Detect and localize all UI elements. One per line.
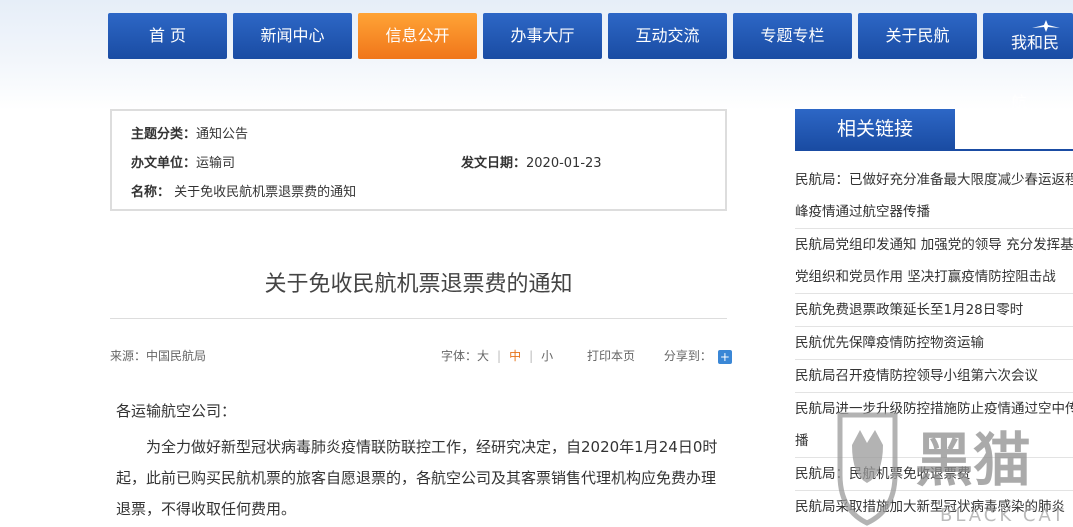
related-link[interactable]: 民航局：民航机票免收退票费	[795, 458, 1073, 491]
related-link-text: 民航免费退票政策延长至1月28日零时	[795, 302, 1024, 318]
font-size-small[interactable]: 小	[541, 347, 553, 364]
related-link[interactable]: 民航免费退票政策延长至1月28日零时	[795, 294, 1073, 327]
related-links-title: 相关链接	[795, 109, 955, 149]
share-plus-icon[interactable]: +	[717, 349, 732, 364]
meta-name-label: 名称：	[131, 185, 171, 200]
article-tools: 字体：大 | 中 | 小 打印本页 分享到： +	[441, 347, 732, 364]
nav-item-news[interactable]: 新闻中心	[233, 13, 352, 59]
meta-date-value: 2020-01-23	[526, 156, 602, 171]
related-link-text: 播	[795, 433, 809, 449]
meta-office-value: 运输司	[196, 156, 236, 171]
nav-item-about[interactable]: 关于民航	[858, 13, 977, 59]
meta-date: 发文日期：2020-01-23	[461, 152, 602, 171]
related-link-text: 党组织和党员作用 坚决打赢疫情防控阻击战	[795, 269, 1056, 285]
related-link-text: 民航优先保障疫情防控物资运输	[795, 335, 984, 351]
meta-category-label: 主题分类：	[131, 127, 197, 142]
meta-date-label: 发文日期：	[461, 156, 527, 171]
related-link-text: 民航局召开疫情防控领导小组第六次会议	[795, 368, 1038, 384]
related-link-text: 民航局：民航机票免收退票费	[795, 466, 971, 482]
nav-item-home[interactable]: 首 页	[108, 13, 227, 59]
font-size-medium[interactable]: 中	[509, 347, 521, 364]
related-link-text: 峰疫情通过航空器传播	[795, 204, 930, 220]
related-link[interactable]: 民航局进一步升级防控措施防止疫情通过空中传 播	[795, 393, 1073, 458]
related-links-underline	[795, 149, 1073, 151]
related-link-text: 民航局党组印发通知 加强党的领导 充分发挥基层	[795, 237, 1073, 253]
related-link[interactable]: 民航局：已做好充分准备最大限度减少春运返程 峰疫情通过航空器传播	[795, 164, 1073, 229]
related-link[interactable]: 民航局采取措施加大新型冠状病毒感染的肺炎	[795, 491, 1073, 523]
article-body: 为全力做好新型冠状病毒肺炎疫情联防联控工作，经研究决定，自2020年1月24日0…	[116, 432, 726, 525]
title-divider	[110, 318, 727, 319]
related-link[interactable]: 民航局召开疫情防控领导小组第六次会议	[795, 360, 1073, 393]
caac-logo-icon	[1032, 20, 1060, 32]
nav-item-special-topics[interactable]: 专题专栏	[733, 13, 852, 59]
nav-item-interaction[interactable]: 互动交流	[608, 13, 727, 59]
share-label: 分享到：	[663, 349, 712, 363]
related-link-text: 民航局采取措施加大新型冠状病毒感染的肺炎	[795, 499, 1065, 515]
separator: |	[497, 349, 502, 363]
nav-item-me-and-caac[interactable]: 我和民航	[983, 13, 1073, 112]
meta-category: 主题分类：通知公告	[131, 123, 248, 142]
document-meta-box: 主题分类：通知公告 办文单位：运输司 发文日期：2020-01-23 名称： 关…	[110, 109, 727, 211]
article-greeting: 各运输航空公司：	[116, 402, 237, 420]
related-links-list: 民航局：已做好充分准备最大限度减少春运返程 峰疫情通过航空器传播 民航局党组印发…	[795, 164, 1073, 523]
article-source: 来源：中国民航局	[110, 349, 207, 363]
font-size-large[interactable]: 大	[477, 347, 489, 364]
related-link[interactable]: 民航局党组印发通知 加强党的领导 充分发挥基层 党组织和党员作用 坚决打赢疫情防…	[795, 229, 1073, 294]
meta-office: 办文单位：运输司	[131, 152, 235, 171]
meta-office-label: 办文单位：	[131, 156, 197, 171]
nav-item-service-hall[interactable]: 办事大厅	[483, 13, 602, 59]
related-link-text: 民航局：已做好充分准备最大限度减少春运返程	[795, 172, 1073, 188]
meta-name: 名称： 关于免收民航机票退票费的通知	[131, 181, 356, 200]
font-size-label: 字体：	[441, 349, 478, 363]
print-page-link[interactable]: 打印本页	[587, 347, 635, 364]
separator: |	[529, 349, 534, 363]
nav-item-info-disclosure[interactable]: 信息公开	[358, 13, 477, 59]
article-title: 关于免收民航机票退票费的通知	[264, 272, 573, 297]
meta-name-value: 关于免收民航机票退票费的通知	[174, 185, 357, 200]
related-link[interactable]: 民航优先保障疫情防控物资运输	[795, 327, 1073, 360]
meta-category-value: 通知公告	[196, 127, 249, 142]
related-link-text: 民航局进一步升级防控措施防止疫情通过空中传	[795, 401, 1073, 417]
body-line: 为全力做好新型冠状病毒肺炎疫情联防联控工作，经研究决定，自2020年1月24	[146, 438, 678, 456]
